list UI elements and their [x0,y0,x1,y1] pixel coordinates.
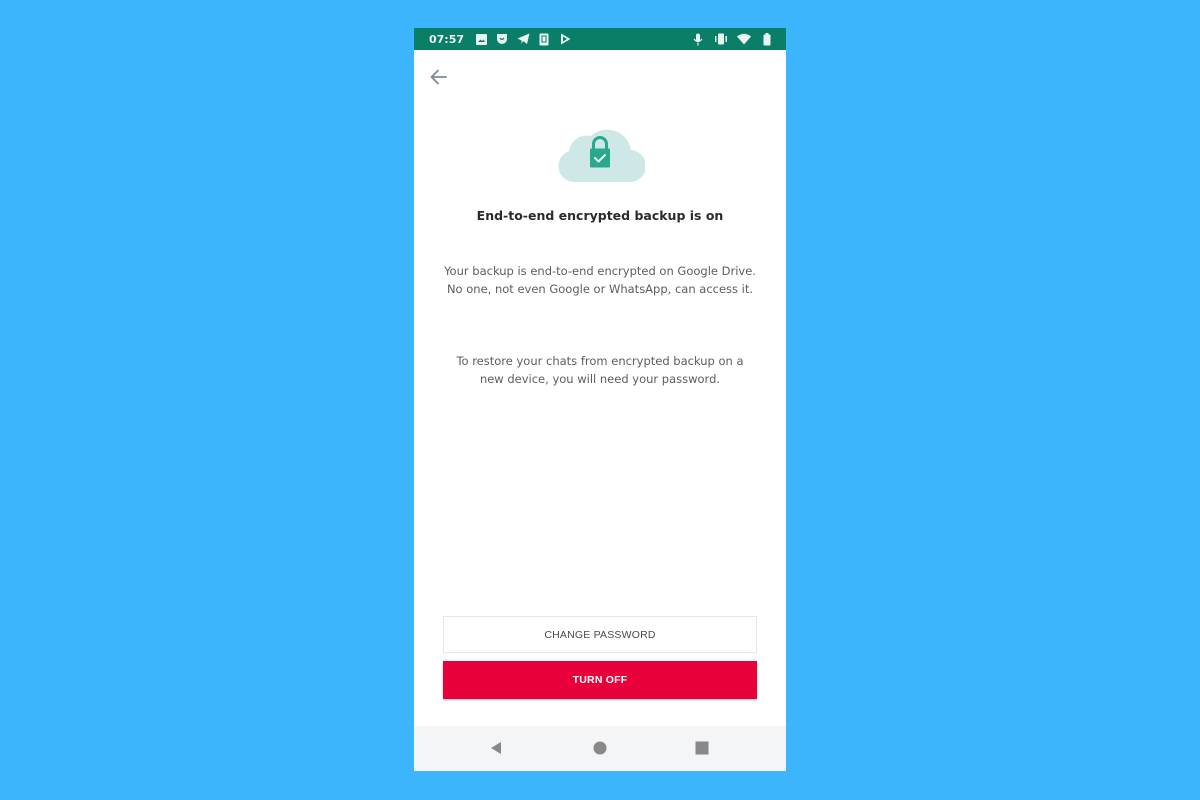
back-triangle-icon [491,742,501,754]
backup-description: Your backup is end-to-end encrypted on G… [444,264,756,296]
status-bar: 07:57 [414,28,786,50]
microphone-icon [691,32,705,46]
status-icons-right [691,32,774,46]
phone-screen: 07:57 End-to-end encrypted backup is on … [414,28,786,771]
play-store-icon [558,32,572,46]
turn-off-button[interactable]: TURN OFF [443,661,757,699]
vibrate-icon [714,32,728,46]
battery-icon [760,32,774,46]
arrow-left-icon [430,69,447,85]
wifi-icon [737,32,751,46]
page-title: End-to-end encrypted backup is on [476,208,724,223]
nav-home-button[interactable] [592,740,608,756]
app-notification-icon [495,32,509,46]
nav-recents-button[interactable] [694,740,710,756]
restore-description: To restore your chats from encrypted bac… [456,354,744,386]
home-circle-icon [593,741,607,755]
sim-card-icon [537,32,551,46]
recents-square-icon [695,741,709,755]
change-password-button[interactable]: CHANGE PASSWORD [443,616,757,653]
gallery-icon [474,32,488,46]
navigation-bar [414,726,786,771]
nav-back-button[interactable] [488,740,504,756]
cloud-lock-check-icon [555,124,647,186]
telegram-icon [516,32,530,46]
status-time: 07:57 [429,32,465,46]
back-button[interactable] [428,66,450,88]
